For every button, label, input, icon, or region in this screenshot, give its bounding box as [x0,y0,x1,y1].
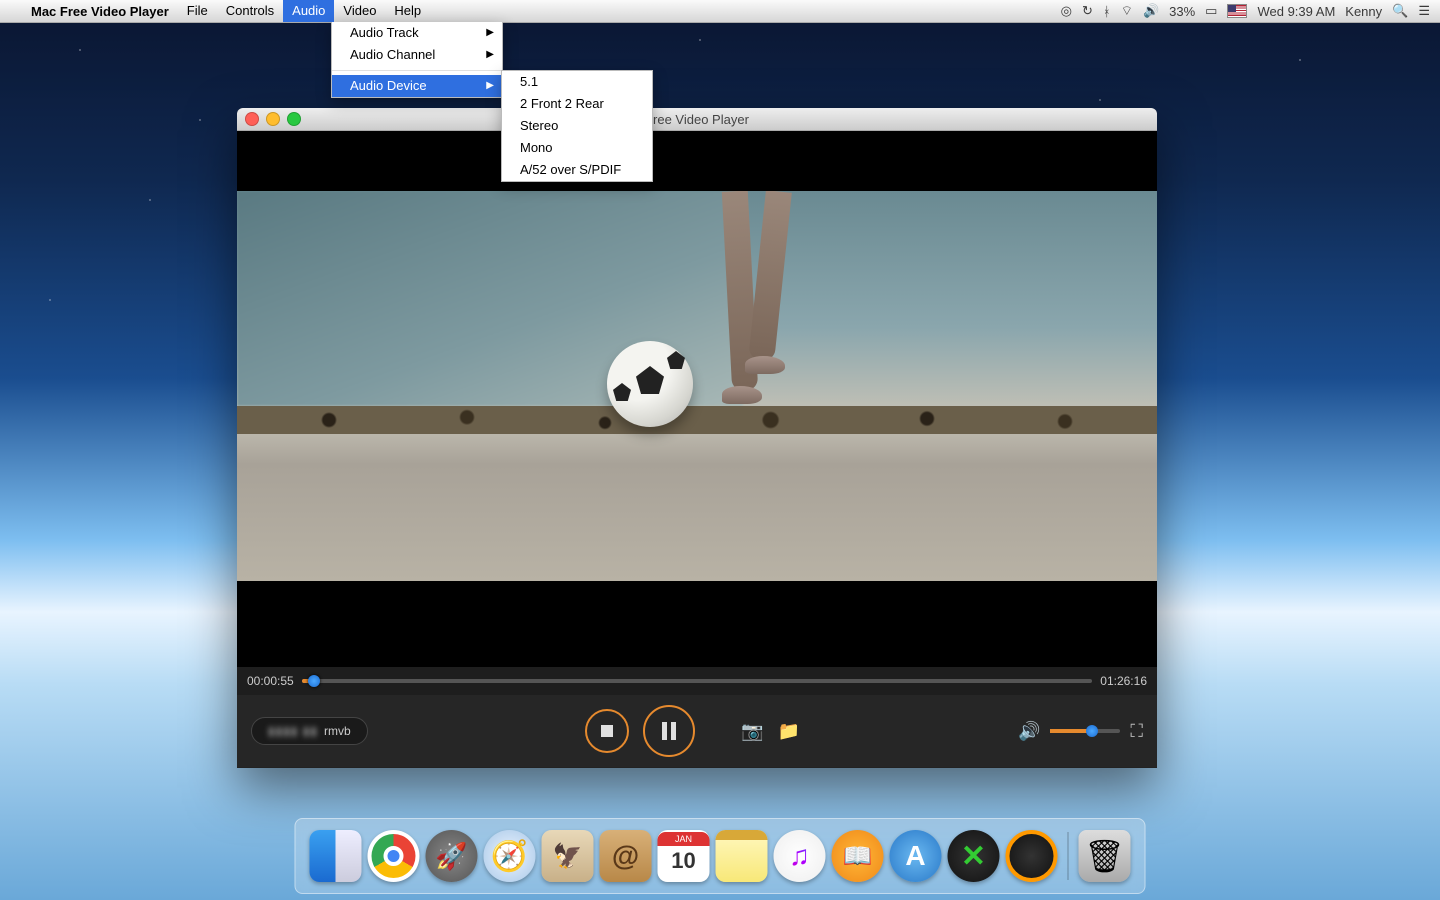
dock-trash[interactable] [1079,830,1131,882]
submenu-arrow-icon: ▶ [486,24,494,42]
dock-chrome[interactable] [368,830,420,882]
dock-itunes[interactable] [774,830,826,882]
dock-notes[interactable] [716,830,768,882]
titlebar[interactable]: Free Video Player [237,108,1157,131]
timemachine-icon[interactable]: ↻ [1082,3,1093,19]
volume-icon[interactable]: 🔊 [1143,3,1159,19]
scrub-bar: 00:00:55 01:26:16 [237,666,1157,695]
battery-icon[interactable]: ▭ [1205,3,1217,19]
audio-track-item[interactable]: Audio Track ▶ [332,22,502,44]
file-chip[interactable]: ▮▮▮▮ ▮▮ rmvb [251,717,368,745]
dock-safari[interactable] [484,830,536,882]
volume-track[interactable] [1050,729,1120,733]
file-name-hidden: ▮▮▮▮ ▮▮ [268,724,318,738]
progress-knob[interactable] [308,675,320,687]
stop-button[interactable] [585,709,629,753]
menu-controls[interactable]: Controls [217,0,283,22]
volume-knob[interactable] [1086,725,1098,737]
dock-appstore[interactable] [890,830,942,882]
app-name[interactable]: Mac Free Video Player [22,4,178,19]
device-mono[interactable]: Mono [502,137,652,159]
menu-video[interactable]: Video [334,0,385,22]
dock-app-green[interactable] [948,830,1000,882]
input-flag-icon[interactable] [1227,4,1247,18]
clock[interactable]: Wed 9:39 AM [1257,4,1335,19]
audio-channel-item[interactable]: Audio Channel ▶ [332,44,502,66]
mute-button[interactable]: 🔊 [1018,721,1040,742]
dock-calendar[interactable] [658,830,710,882]
stop-icon [601,725,613,737]
dock [295,818,1146,894]
time-elapsed: 00:00:55 [247,674,294,688]
file-ext: rmvb [324,724,351,738]
menu-help[interactable]: Help [385,0,430,22]
audio-device-label: Audio Device [350,78,427,93]
notifications-icon[interactable]: ☰ [1418,3,1430,19]
battery-percent[interactable]: 33% [1169,4,1195,19]
bluetooth-icon[interactable]: ᚼ [1103,4,1111,19]
time-total: 01:26:16 [1100,674,1147,688]
open-folder-button[interactable]: 📁 [778,721,800,742]
submenu-arrow-icon: ▶ [486,77,494,95]
audio-track-label: Audio Track [350,25,419,40]
snapshot-button[interactable]: 📷 [741,721,763,742]
soccer-ball-graphic [607,341,693,427]
video-frame [237,191,1157,581]
fullscreen-button[interactable]: ⛶ [1130,721,1143,742]
dock-contacts[interactable] [600,830,652,882]
device-a52-spdif[interactable]: A/52 over S/PDIF [502,159,652,181]
menu-audio[interactable]: Audio [283,0,334,22]
submenu-arrow-icon: ▶ [486,46,494,64]
audio-dropdown: Audio Track ▶ Audio Channel ▶ Audio Device… [331,22,503,98]
desktop: Mac Free Video Player File Controls Audi… [0,0,1440,900]
menubar: Mac Free Video Player File Controls Audi… [0,0,1440,23]
wifi-icon[interactable]: ⌔ [1121,3,1133,19]
user-name[interactable]: Kenny [1345,4,1382,19]
dock-mail[interactable] [542,830,594,882]
dock-app-orange[interactable] [1006,830,1058,882]
spotlight-icon[interactable]: 🔍 [1392,3,1408,19]
audio-device-item[interactable]: Audio Device ▶ [332,75,502,97]
control-bar: ▮▮▮▮ ▮▮ rmvb 📷 📁 🔊 ⛶ [237,695,1157,767]
accessibility-icon[interactable]: ◎ [1061,3,1072,19]
audio-device-submenu: 5.1 2 Front 2 Rear Stereo Mono A/52 over… [501,70,653,182]
progress-track[interactable] [302,679,1093,683]
video-area[interactable] [237,131,1157,666]
menu-file[interactable]: File [178,0,217,22]
device-stereo[interactable]: Stereo [502,115,652,137]
menu-separator [332,70,502,71]
dock-launchpad[interactable] [426,830,478,882]
dock-ibooks[interactable] [832,830,884,882]
pause-icon [662,722,676,740]
device-2front2rear[interactable]: 2 Front 2 Rear [502,93,652,115]
dock-divider [1068,832,1069,880]
player-window: Free Video Player 00:00:55 01:26:16 ▮▮▮▮… [237,108,1157,768]
window-title: Free Video Player [237,112,1157,127]
audio-channel-label: Audio Channel [350,47,435,62]
device-5-1[interactable]: 5.1 [502,71,652,93]
pause-button[interactable] [643,705,695,757]
dock-finder[interactable] [310,830,362,882]
